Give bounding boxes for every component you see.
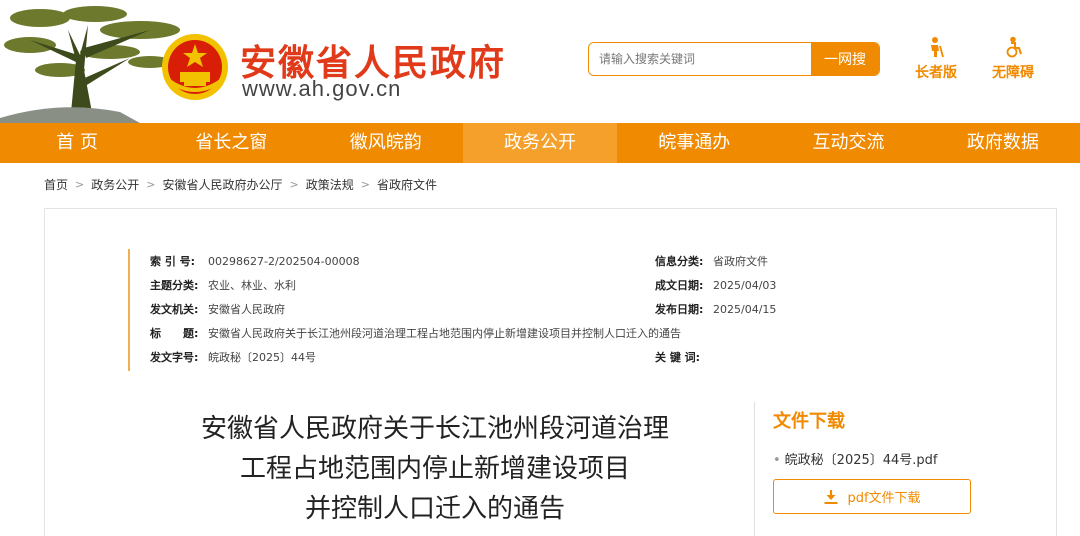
main-nav: 首 页 省长之窗 徽风皖韵 政务公开 皖事通办 互动交流 政府数据 — [0, 123, 1080, 163]
meta-row-category: 信息分类: 省政府文件 — [655, 251, 768, 273]
meta-value: 安徽省人民政府 — [208, 303, 285, 316]
document-card: 索 引 号: 00298627-2/202504-00008 信息分类: 省政府文件… — [44, 208, 1057, 536]
breadcrumb-item[interactable]: 首页 — [44, 176, 68, 193]
meta-label: 索 引 号: — [150, 255, 196, 268]
site-header: 安徽省人民政府 www.ah.gov.cn 一网搜 长者版 无障碍 — [0, 0, 1080, 123]
meta-label: 发文字号: — [150, 351, 199, 364]
meta-label: 标 题: — [150, 327, 199, 340]
nav-item-open-affairs[interactable]: 政务公开 — [462, 123, 618, 163]
meta-row-topic: 主题分类: 农业、林业、水利 — [150, 275, 296, 297]
divider — [754, 402, 755, 536]
document-title-line: 并控制人口迁入的通告 — [304, 494, 565, 524]
download-file-name: 皖政秘〔2025〕44号.pdf — [784, 453, 938, 468]
meta-row-title: 标 题: 安徽省人民政府关于长江池州段河道治理工程占地范围内停止新增建设项目并控制… — [150, 323, 681, 345]
breadcrumb-item[interactable]: 政策法规 — [306, 176, 354, 193]
national-emblem-icon — [162, 34, 228, 100]
document-title: 安徽省人民政府关于长江池州段河道治理 工程占地范围内停止新增建设项目 并控制人口… — [165, 409, 705, 529]
document-metadata: 索 引 号: 00298627-2/202504-00008 信息分类: 省政府文件… — [128, 249, 848, 371]
meta-value: 省政府文件 — [713, 255, 768, 268]
meta-value: 2025/04/15 — [713, 303, 777, 316]
meta-label: 发文机关: — [150, 303, 199, 316]
meta-row-created: 成文日期: 2025/04/03 — [655, 275, 776, 297]
chevron-right-icon: > — [289, 178, 299, 191]
meta-label: 信息分类: — [655, 255, 704, 268]
breadcrumb-item[interactable]: 省政府文件 — [377, 176, 437, 193]
meta-label: 关 键 词: — [655, 351, 701, 364]
document-title-line: 安徽省人民政府关于长江池州段河道治理 — [200, 414, 669, 444]
breadcrumb-item[interactable]: 安徽省人民政府办公厅 — [162, 176, 282, 193]
search-bar: 一网搜 — [588, 42, 880, 76]
accessibility-label: 无障碍 — [992, 65, 1034, 81]
bullet-icon: • — [773, 453, 781, 468]
meta-row-keywords: 关 键 词: — [655, 347, 713, 369]
nav-item-interaction[interactable]: 互动交流 — [771, 123, 925, 163]
search-button[interactable]: 一网搜 — [811, 43, 879, 75]
meta-row-index: 索 引 号: 00298627-2/202504-00008 — [150, 251, 360, 273]
chevron-right-icon: > — [360, 178, 370, 191]
meta-row-published: 发布日期: 2025/04/15 — [655, 299, 776, 321]
chevron-right-icon: > — [146, 178, 156, 191]
download-heading: 文件下载 — [773, 411, 845, 432]
nav-item-culture[interactable]: 徽风皖韵 — [309, 123, 463, 163]
meta-value: 安徽省人民政府关于长江池州段河道治理工程占地范围内停止新增建设项目并控制人口迁入… — [208, 327, 681, 340]
meta-row-docno: 发文字号: 皖政秘〔2025〕44号 — [150, 347, 316, 369]
search-input[interactable] — [589, 43, 811, 75]
meta-value: 皖政秘〔2025〕44号 — [208, 351, 316, 364]
elder-mode-label: 长者版 — [915, 65, 957, 81]
pdf-download-label: pdf文件下载 — [847, 491, 921, 506]
meta-label: 成文日期: — [655, 279, 704, 292]
chevron-right-icon: > — [75, 178, 85, 191]
breadcrumb-item[interactable]: 政务公开 — [91, 176, 139, 193]
site-url: www.ah.gov.cn — [242, 76, 402, 101]
download-icon — [824, 489, 838, 504]
meta-value: 2025/04/03 — [713, 279, 777, 292]
meta-label: 主题分类: — [150, 279, 199, 292]
nav-item-services[interactable]: 皖事通办 — [617, 123, 771, 163]
accessibility-button[interactable]: 无障碍 — [985, 36, 1041, 82]
meta-row-issuer: 发文机关: 安徽省人民政府 — [150, 299, 285, 321]
meta-label: 发布日期: — [655, 303, 704, 316]
elder-mode-button[interactable]: 长者版 — [908, 36, 964, 82]
wheelchair-icon — [1006, 36, 1022, 58]
elder-icon — [931, 37, 944, 58]
meta-value: 00298627-2/202504-00008 — [208, 255, 360, 268]
download-file-link[interactable]: • 皖政秘〔2025〕44号.pdf — [773, 449, 938, 468]
meta-value: 农业、林业、水利 — [208, 279, 296, 292]
nav-item-data[interactable]: 政府数据 — [926, 123, 1080, 163]
pdf-download-button[interactable]: pdf文件下载 — [773, 479, 971, 514]
nav-item-governor[interactable]: 省长之窗 — [154, 123, 308, 163]
breadcrumb: 首页 > 政务公开 > 安徽省人民政府办公厅 > 政策法规 > 省政府文件 — [44, 176, 437, 193]
document-title-line: 工程占地范围内停止新增建设项目 — [239, 454, 630, 484]
nav-item-home[interactable]: 首 页 — [0, 123, 154, 163]
